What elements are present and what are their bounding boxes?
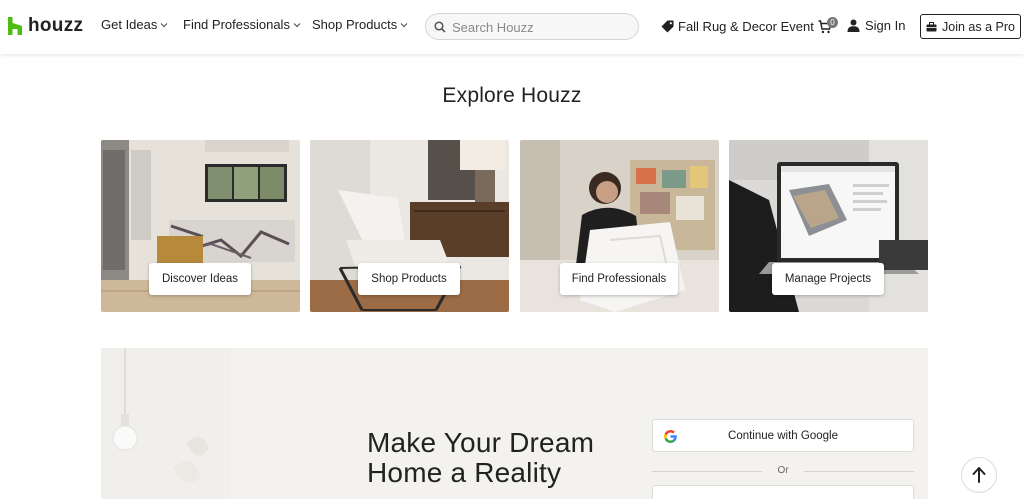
- join-as-pro-button[interactable]: Join as a Pro: [920, 14, 1021, 39]
- manage-projects-button[interactable]: Manage Projects: [772, 263, 884, 295]
- chevron-down-icon: [400, 22, 408, 27]
- sign-in-link[interactable]: Sign In: [847, 18, 905, 33]
- search-icon: [434, 21, 446, 33]
- search-input[interactable]: [450, 17, 634, 38]
- tile-label: Shop Products: [371, 273, 447, 285]
- nav-find-professionals[interactable]: Find Professionals: [183, 17, 301, 32]
- promo-label: Fall Rug & Decor Event: [678, 19, 814, 34]
- user-icon: [847, 19, 860, 32]
- shop-products-button[interactable]: Shop Products: [358, 263, 460, 295]
- logo-text: houzz: [28, 15, 84, 36]
- explore-title: Explore Houzz: [442, 84, 582, 107]
- tile-manage-projects[interactable]: Manage Projects: [729, 140, 928, 312]
- google-label: Continue with Google: [728, 429, 838, 442]
- tile-label: Discover Ideas: [161, 273, 239, 285]
- cart-count-badge: 0: [827, 17, 838, 28]
- cart-button[interactable]: 0: [818, 17, 840, 35]
- chevron-down-icon: [160, 22, 168, 27]
- discover-ideas-button[interactable]: Discover Ideas: [149, 263, 251, 295]
- headline-line-2: Home a Reality: [367, 457, 562, 488]
- nav-shop-products[interactable]: Shop Products: [312, 17, 408, 32]
- houzz-logo[interactable]: houzz: [8, 14, 83, 38]
- tag-icon: [661, 20, 674, 33]
- nav-label: Get Ideas: [101, 17, 158, 32]
- arrow-up-icon: [972, 467, 986, 483]
- sign-in-label: Sign In: [865, 18, 906, 33]
- briefcase-icon: [926, 21, 937, 31]
- continue-with-google-button[interactable]: Continue with Google: [652, 419, 914, 452]
- signup-section: Make Your Dream Home a Reality Continue …: [101, 348, 928, 499]
- nav-label: Find Professionals: [183, 17, 290, 32]
- tile-label: Manage Projects: [784, 273, 872, 285]
- tile-shop-products[interactable]: Shop Products: [310, 140, 509, 312]
- search-bar: [425, 13, 639, 40]
- join-label: Join as a Pro: [942, 19, 1015, 34]
- promo-link[interactable]: Fall Rug & Decor Event: [661, 19, 814, 34]
- scroll-to-top-button[interactable]: [961, 457, 997, 493]
- find-professionals-button[interactable]: Find Professionals: [560, 263, 678, 295]
- nav-get-ideas[interactable]: Get Ideas: [101, 17, 168, 32]
- tile-discover-ideas[interactable]: Discover Ideas: [101, 140, 300, 312]
- chevron-down-icon: [293, 22, 301, 27]
- pendant-lamp-illustration: [101, 348, 231, 499]
- houzz-logo-icon: [8, 17, 22, 35]
- signup-headline: Make Your Dream Home a Reality: [367, 428, 627, 488]
- tile-label: Find Professionals: [571, 273, 667, 285]
- tile-find-professionals[interactable]: Find Professionals: [520, 140, 719, 312]
- top-header: houzz Get Ideas Find Professionals Shop …: [0, 0, 1024, 54]
- nav-label: Shop Products: [312, 17, 398, 32]
- or-divider-right: [804, 471, 914, 472]
- headline-line-1: Make Your Dream: [367, 427, 595, 458]
- email-field[interactable]: [652, 485, 914, 499]
- google-icon: [664, 430, 677, 443]
